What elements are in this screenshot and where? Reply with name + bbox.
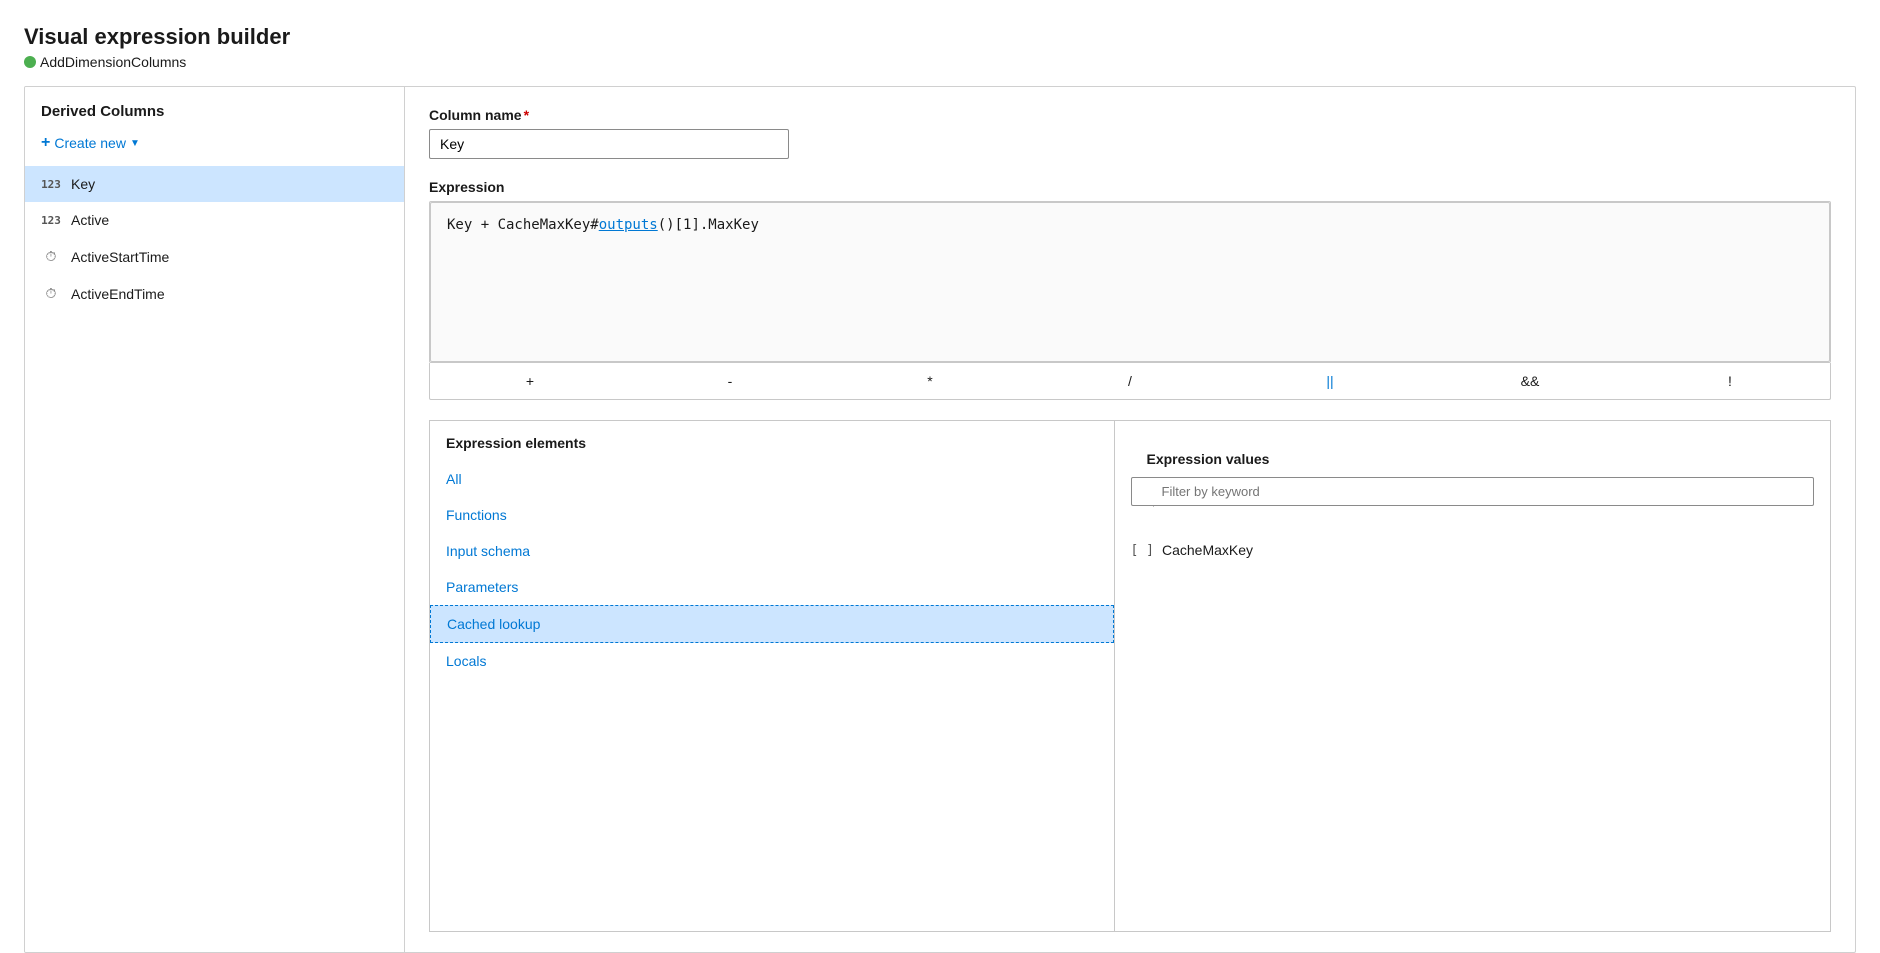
values-label-cachemaxkey: CacheMaxKey bbox=[1162, 542, 1253, 558]
sidebar-item-key[interactable]: 123 Key bbox=[25, 166, 404, 202]
array-icon: [ ] bbox=[1131, 543, 1154, 558]
op-multiply-button[interactable]: * bbox=[830, 369, 1030, 393]
sidebar-item-active[interactable]: 123 Active bbox=[25, 202, 404, 238]
plus-icon: + bbox=[41, 134, 50, 152]
column-name-input[interactable] bbox=[429, 129, 789, 159]
expression-elements-panel: Expression elements All Functions Input … bbox=[430, 421, 1115, 931]
op-minus-button[interactable]: - bbox=[630, 369, 830, 393]
sidebar-label-key: Key bbox=[71, 176, 95, 192]
sidebar-section-title: Derived Columns bbox=[25, 103, 404, 120]
elem-item-locals[interactable]: Locals bbox=[430, 643, 1114, 679]
clock-icon-activeendtime: ⏱ bbox=[41, 285, 61, 302]
required-star: * bbox=[524, 107, 529, 123]
expression-label: Expression bbox=[429, 179, 1831, 195]
operator-bar: + - * / || && ! bbox=[429, 363, 1831, 400]
main-layout: Derived Columns + Create new ▼ 123 Key 1… bbox=[24, 86, 1856, 953]
app-container: Visual expression builder AddDimensionCo… bbox=[0, 0, 1880, 953]
expression-values-panel: Expression values 🔍 [ ] CacheMaxKey bbox=[1115, 421, 1831, 931]
elem-item-functions[interactable]: Functions bbox=[430, 497, 1114, 533]
sidebar-item-activeendtime[interactable]: ⏱ ActiveEndTime bbox=[25, 275, 404, 312]
filter-input[interactable] bbox=[1131, 477, 1815, 506]
sidebar-label-activestarttime: ActiveStartTime bbox=[71, 249, 169, 265]
sidebar-label-activeendtime: ActiveEndTime bbox=[71, 286, 165, 302]
create-new-label: Create new bbox=[54, 135, 126, 151]
page-title: Visual expression builder bbox=[24, 24, 1856, 50]
elem-item-input-schema[interactable]: Input schema bbox=[430, 533, 1114, 569]
op-pipe-button[interactable]: || bbox=[1230, 369, 1430, 393]
op-not-button[interactable]: ! bbox=[1630, 369, 1830, 393]
number-icon-key: 123 bbox=[41, 178, 61, 191]
elem-item-cached-lookup[interactable]: Cached lookup bbox=[430, 605, 1114, 643]
expression-box-wrapper: Key + CacheMaxKey#outputs()[1].MaxKey bbox=[429, 201, 1831, 363]
op-plus-button[interactable]: + bbox=[430, 369, 630, 393]
subtitle: AddDimensionColumns bbox=[40, 54, 186, 70]
elem-item-all[interactable]: All bbox=[430, 461, 1114, 497]
sidebar-item-activestarttime[interactable]: ⏱ ActiveStartTime bbox=[25, 238, 404, 275]
expression-text-after: ()[1].MaxKey bbox=[658, 217, 759, 233]
sidebar: Derived Columns + Create new ▼ 123 Key 1… bbox=[25, 87, 405, 952]
sidebar-label-active: Active bbox=[71, 212, 109, 228]
expression-box[interactable]: Key + CacheMaxKey#outputs()[1].MaxKey bbox=[430, 202, 1830, 362]
bottom-panels: Expression elements All Functions Input … bbox=[429, 420, 1831, 932]
op-divide-button[interactable]: / bbox=[1030, 369, 1230, 393]
values-item-cachemaxkey[interactable]: [ ] CacheMaxKey bbox=[1131, 534, 1815, 566]
elem-item-parameters[interactable]: Parameters bbox=[430, 569, 1114, 605]
op-and-button[interactable]: && bbox=[1430, 369, 1630, 393]
filter-input-wrap: 🔍 bbox=[1131, 477, 1815, 520]
clock-icon-activestarttime: ⏱ bbox=[41, 248, 61, 265]
expression-text-before: Key + CacheMaxKey# bbox=[447, 217, 599, 233]
expression-highlight: outputs bbox=[599, 217, 658, 233]
number-icon-active: 123 bbox=[41, 214, 61, 227]
column-name-label: Column name* bbox=[429, 107, 1831, 123]
subtitle-row: AddDimensionColumns bbox=[24, 54, 1856, 70]
content-area: Column name* Expression Key + CacheMaxKe… bbox=[405, 87, 1855, 952]
chevron-down-icon: ▼ bbox=[130, 138, 140, 149]
expression-elements-title: Expression elements bbox=[430, 421, 1114, 461]
create-new-button[interactable]: + Create new ▼ bbox=[25, 128, 404, 158]
expression-values-title: Expression values bbox=[1131, 437, 1815, 477]
status-dot bbox=[24, 56, 36, 68]
header: Visual expression builder AddDimensionCo… bbox=[24, 24, 1856, 70]
